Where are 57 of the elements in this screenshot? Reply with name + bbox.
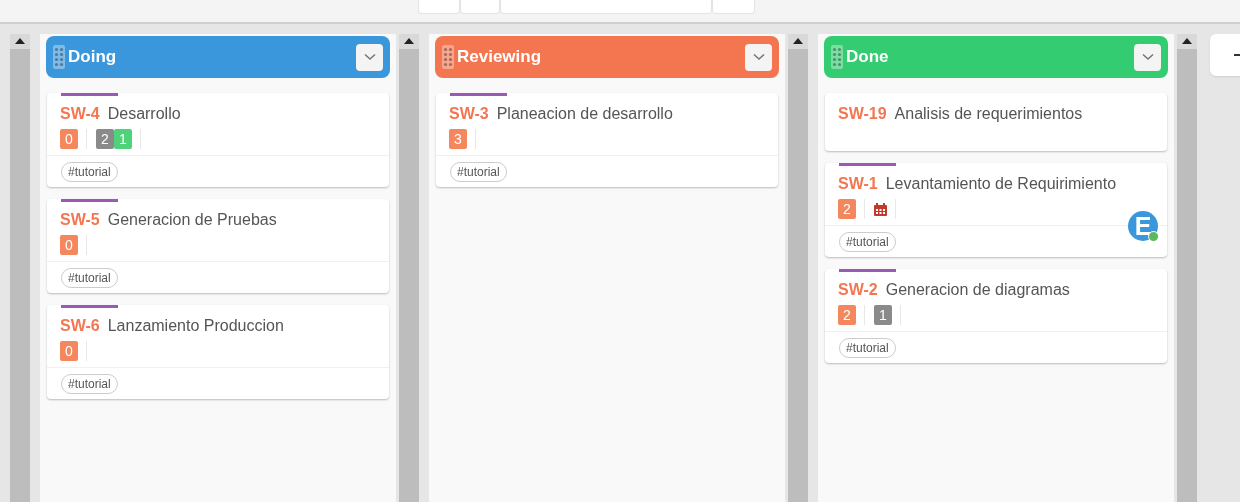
- task-key: SW-3: [449, 105, 489, 123]
- chevron-down-icon: [752, 53, 765, 61]
- chevron-down-icon: [1141, 53, 1154, 61]
- drag-handle-icon[interactable]: [53, 45, 65, 69]
- task-key: SW-6: [60, 317, 100, 335]
- task-card[interactable]: SW-6 Lanzamiento Produccion 0 #tutorial: [47, 305, 389, 399]
- toolbar-button[interactable]: [418, 0, 460, 14]
- drag-handle-icon[interactable]: [442, 45, 454, 69]
- task-card[interactable]: SW-4 Desarrollo 0 2 1 #tutorial: [47, 93, 389, 187]
- count-badge: 2: [838, 305, 856, 325]
- task-card[interactable]: SW-5 Generacion de Pruebas 0 #tutorial: [47, 199, 389, 293]
- count-badge: 3: [449, 129, 467, 149]
- count-badge: 0: [60, 129, 78, 149]
- column-menu-button[interactable]: [356, 43, 383, 71]
- task-key: SW-19: [838, 105, 887, 123]
- task-key: SW-5: [60, 211, 100, 229]
- drag-handle-icon[interactable]: [831, 45, 843, 69]
- task-title: Desarrollo: [107, 105, 181, 123]
- task-title: Generacion de Pruebas: [107, 211, 277, 229]
- task-key: SW-2: [838, 281, 878, 299]
- column-title: Done: [846, 47, 890, 67]
- column-menu-button[interactable]: [745, 43, 772, 71]
- task-title: Lanzamiento Produccion: [107, 317, 284, 335]
- scroll-up-icon[interactable]: [15, 38, 25, 44]
- task-title: Analisis de requerimientos: [894, 105, 1083, 123]
- count-badge: 0: [60, 341, 78, 361]
- scrollbar[interactable]: [399, 34, 419, 502]
- task-card[interactable]: SW-19 Analisis de requerimientos: [825, 93, 1167, 151]
- column-title: Doing: [68, 47, 118, 67]
- task-card[interactable]: SW-1 Levantamiento de Requirimiento 2 E #tutorial: [825, 163, 1167, 257]
- toolbar-field[interactable]: [500, 0, 712, 14]
- column-menu-button[interactable]: [1134, 43, 1161, 71]
- chevron-down-icon: [363, 53, 376, 61]
- task-card[interactable]: SW-2 Generacion de diagramas 2 1 #tutorial: [825, 269, 1167, 363]
- count-badge: 1: [114, 129, 132, 149]
- toolbar-button[interactable]: [460, 0, 500, 14]
- scroll-up-icon[interactable]: [793, 38, 803, 44]
- count-badge: 0: [60, 235, 78, 255]
- count-badge: 2: [96, 129, 114, 149]
- task-title: Planeacion de desarrollo: [496, 105, 673, 123]
- scroll-up-icon[interactable]: [1182, 38, 1192, 44]
- count-badge: 2: [838, 199, 856, 219]
- scroll-up-icon[interactable]: [404, 38, 414, 44]
- toolbar-button[interactable]: [712, 0, 755, 14]
- scrollbar[interactable]: [10, 34, 30, 502]
- scrollbar[interactable]: [1177, 34, 1197, 502]
- calendar-icon: [874, 202, 887, 216]
- task-key: SW-4: [60, 105, 100, 123]
- task-key: SW-1: [838, 175, 878, 193]
- count-badge: 1: [874, 305, 892, 325]
- task-card[interactable]: SW-3 Planeacion de desarrollo 3 #tutorial: [436, 93, 778, 187]
- task-title: Generacion de diagramas: [885, 281, 1070, 299]
- column-title: Reviewing: [457, 47, 543, 67]
- user-avatar: E: [1128, 211, 1158, 241]
- scrollbar[interactable]: [788, 34, 808, 502]
- add-list-panel[interactable]: [1210, 34, 1240, 76]
- task-title: Levantamiento de Requirimiento: [885, 175, 1117, 193]
